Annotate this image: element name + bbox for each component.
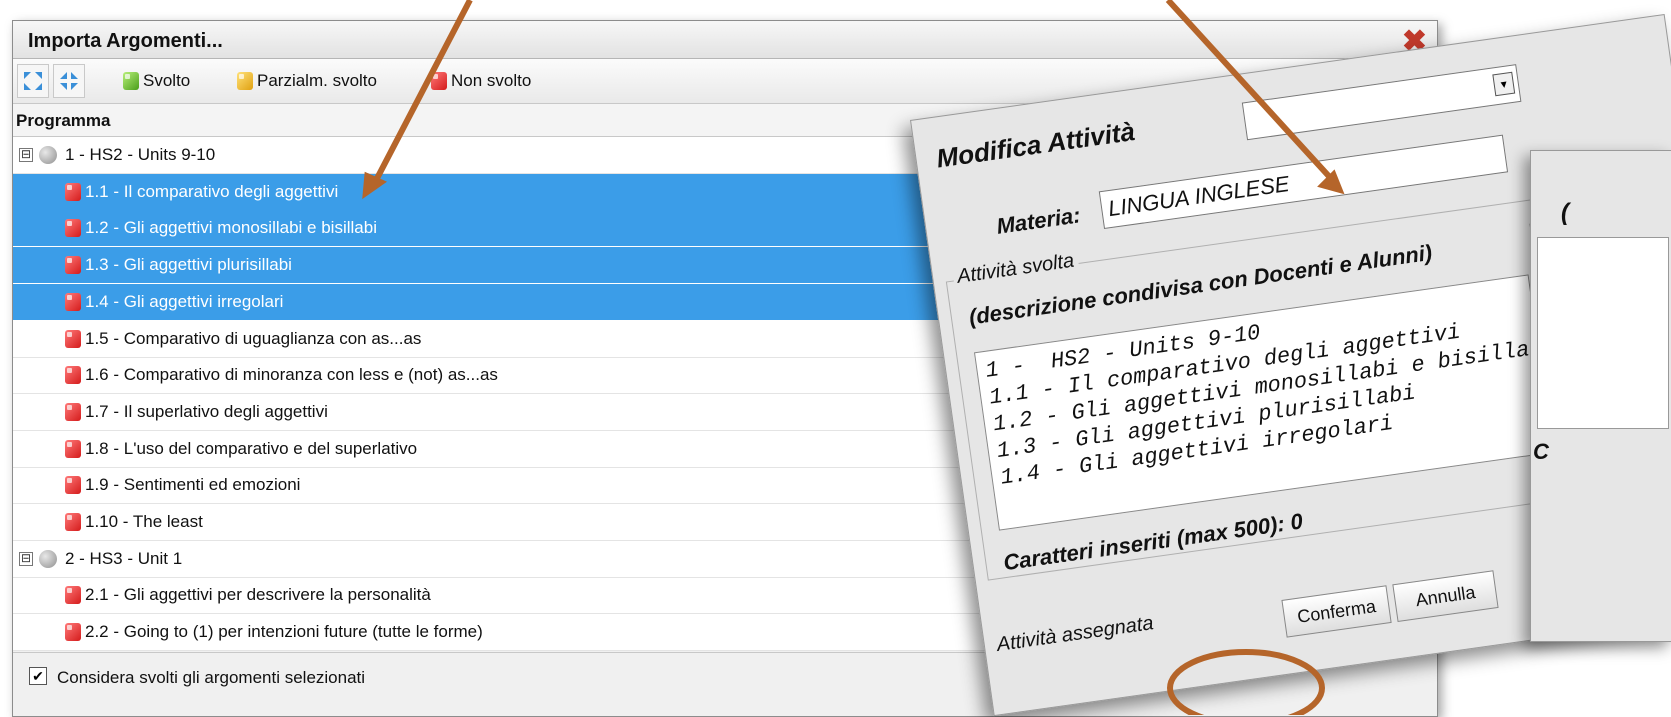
red-cube-icon xyxy=(65,513,81,531)
tree-row-label: 1.9 - Sentimenti ed emozioni xyxy=(85,475,301,495)
partial-textarea[interactable] xyxy=(1537,237,1669,429)
tree-row-label: 1.1 - Il comparativo degli aggettivi xyxy=(85,181,339,201)
cancel-button[interactable]: Annulla xyxy=(1392,570,1499,623)
red-cube-icon xyxy=(65,329,81,348)
mark-partial-label: Parzialm. svolto xyxy=(257,71,377,90)
consider-done-label: Considera svolti gli argomenti seleziona… xyxy=(57,668,366,687)
mark-not-done-label: Non svolto xyxy=(451,71,532,90)
red-cube-icon xyxy=(65,366,81,385)
chevron-down-icon[interactable]: ▾ xyxy=(1492,71,1516,97)
module-icon xyxy=(39,146,57,164)
expand-all-icon xyxy=(24,72,42,90)
partial-text: ( xyxy=(1561,199,1569,226)
collapse-all-button[interactable] xyxy=(53,64,85,98)
tree-row-label: 1 - HS2 - Units 9-10 xyxy=(65,145,216,164)
tree-row-label: 1.2 - Gli aggettivi monosillabi e bisill… xyxy=(85,218,377,238)
subject-label: Materia: xyxy=(994,202,1082,239)
module-icon xyxy=(39,549,57,568)
mark-done-label: Svolto xyxy=(143,71,191,90)
mark-partial-button[interactable]: Parzialm. svolto xyxy=(237,67,377,95)
red-cube-icon xyxy=(65,182,81,201)
collapse-toggle-icon[interactable]: ⊟ xyxy=(19,551,33,566)
red-cube-icon xyxy=(65,476,81,495)
tree-row-label: 2.1 - Gli aggettivi per descrivere la pe… xyxy=(85,585,431,605)
tree-row-label: 1.8 - L'uso del comparativo e del superl… xyxy=(85,438,418,458)
red-cube-icon xyxy=(65,439,81,458)
background-dialog: ( C xyxy=(1530,150,1671,642)
consider-done-checkbox[interactable]: ✔ xyxy=(29,667,47,685)
activity-select[interactable]: ▾ xyxy=(1241,64,1522,141)
tree-row-label: 1.5 - Comparativo di uguaglianza con as.… xyxy=(85,328,422,348)
activity-assigned-legend: Attività assegnata xyxy=(995,612,1155,656)
column-header-label: Programma xyxy=(16,111,111,130)
tree-row-label: 1.10 - The least xyxy=(85,512,203,531)
tree-row-label: 2.2 - Going to (1) per intenzioni future… xyxy=(85,622,483,642)
red-cube-icon xyxy=(431,72,447,90)
red-cube-icon xyxy=(65,586,81,605)
dialog-title: Modifica Attività xyxy=(934,116,1137,174)
red-cube-icon xyxy=(65,256,81,275)
tree-row-label: 1.4 - Gli aggettivi irregolari xyxy=(85,291,284,311)
tree-row-label: 1.3 - Gli aggettivi plurisillabi xyxy=(85,255,292,275)
dialog-title: Importa Argomenti... xyxy=(28,30,223,52)
red-cube-icon xyxy=(65,219,81,238)
tree-row-label: 2 - HS3 - Unit 1 xyxy=(65,548,183,568)
collapse-toggle-icon[interactable]: ⊟ xyxy=(19,148,33,162)
expand-all-button[interactable] xyxy=(17,64,49,98)
yellow-cube-icon xyxy=(237,72,253,90)
red-cube-icon xyxy=(65,402,81,421)
tree-row-label: 1.7 - Il superlativo degli aggettivi xyxy=(85,401,328,421)
mark-not-done-button[interactable]: Non svolto xyxy=(431,67,531,95)
green-cube-icon xyxy=(123,72,139,90)
partial-label: C xyxy=(1533,439,1549,464)
tree-row-label: 1.6 - Comparativo di minoranza con less … xyxy=(85,365,498,385)
mark-done-button[interactable]: Svolto xyxy=(123,67,190,95)
red-cube-icon xyxy=(65,623,81,642)
collapse-all-icon xyxy=(60,72,78,90)
confirm-button[interactable]: Conferma xyxy=(1281,585,1392,638)
red-cube-icon xyxy=(65,292,81,311)
dialog-titlebar[interactable]: Importa Argomenti... ✖ xyxy=(13,21,1437,59)
